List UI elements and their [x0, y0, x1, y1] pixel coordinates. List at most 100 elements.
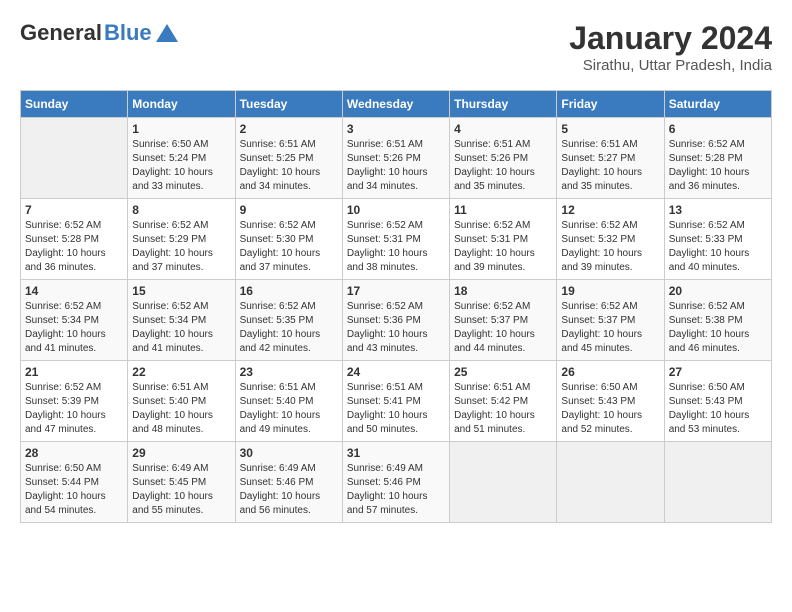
day-number: 18 — [454, 284, 552, 298]
table-row: 1Sunrise: 6:50 AM Sunset: 5:24 PM Daylig… — [128, 118, 235, 199]
header-friday: Friday — [557, 91, 664, 118]
table-row: 11Sunrise: 6:52 AM Sunset: 5:31 PM Dayli… — [450, 199, 557, 280]
day-info: Sunrise: 6:49 AM Sunset: 5:45 PM Dayligh… — [132, 462, 230, 518]
day-info: Sunrise: 6:50 AM Sunset: 5:43 PM Dayligh… — [561, 381, 659, 437]
table-row: 2Sunrise: 6:51 AM Sunset: 5:25 PM Daylig… — [235, 118, 342, 199]
day-number: 28 — [25, 446, 123, 460]
table-row: 17Sunrise: 6:52 AM Sunset: 5:36 PM Dayli… — [342, 280, 449, 361]
day-number: 8 — [132, 203, 230, 217]
header-wednesday: Wednesday — [342, 91, 449, 118]
table-row: 31 Sunrise: 6:49 AM Sunset: 5:46 PM Dayli… — [342, 442, 449, 523]
day-info: Sunrise: 6:52 AM Sunset: 5:30 PM Dayligh… — [240, 219, 338, 275]
day-number: 24 — [347, 365, 445, 379]
logo: General Blue — [20, 20, 178, 46]
table-row: 26 Sunrise: 6:50 AM Sunset: 5:43 PM Dayli… — [557, 361, 664, 442]
calendar-header-row: Sunday Monday Tuesday Wednesday Thursday… — [21, 91, 772, 118]
day-number: 6 — [669, 122, 767, 136]
day-number: 3 — [347, 122, 445, 136]
day-info: Sunrise: 6:52 AM Sunset: 5:31 PM Dayligh… — [347, 219, 445, 275]
day-number: 20 — [669, 284, 767, 298]
day-number: 23 — [240, 365, 338, 379]
day-info: Sunrise: 6:51 AM Sunset: 5:40 PM Dayligh… — [132, 381, 230, 437]
header-monday: Monday — [128, 91, 235, 118]
day-info: Sunrise: 6:51 AM Sunset: 5:42 PM Dayligh… — [454, 381, 552, 437]
day-info: Sunrise: 6:52 AM Sunset: 5:29 PM Dayligh… — [132, 219, 230, 275]
table-row: 21 Sunrise: 6:52 AM Sunset: 5:39 PM Dayli… — [21, 361, 128, 442]
day-info: Sunrise: 6:49 AM Sunset: 5:46 PM Dayligh… — [240, 462, 338, 518]
day-number: 7 — [25, 203, 123, 217]
day-info: Sunrise: 6:51 AM Sunset: 5:25 PM Dayligh… — [240, 138, 338, 194]
table-row: 19Sunrise: 6:52 AM Sunset: 5:37 PM Dayli… — [557, 280, 664, 361]
day-number: 12 — [561, 203, 659, 217]
day-number: 10 — [347, 203, 445, 217]
day-number: 4 — [454, 122, 552, 136]
day-number: 25 — [454, 365, 552, 379]
table-row: 15Sunrise: 6:52 AM Sunset: 5:34 PM Dayli… — [128, 280, 235, 361]
header-sunday: Sunday — [21, 91, 128, 118]
day-number: 29 — [132, 446, 230, 460]
day-number: 22 — [132, 365, 230, 379]
day-number: 5 — [561, 122, 659, 136]
day-info: Sunrise: 6:52 AM Sunset: 5:32 PM Dayligh… — [561, 219, 659, 275]
day-info: Sunrise: 6:52 AM Sunset: 5:31 PM Dayligh… — [454, 219, 552, 275]
day-info: Sunrise: 6:51 AM Sunset: 5:41 PM Dayligh… — [347, 381, 445, 437]
day-info: Sunrise: 6:52 AM Sunset: 5:36 PM Dayligh… — [347, 300, 445, 356]
month-year-title: January 2024 — [569, 20, 772, 57]
day-number: 31 — [347, 446, 445, 460]
table-row: 10 Sunrise: 6:52 AM Sunset: 5:31 PM Dayli… — [342, 199, 449, 280]
calendar-week-row: 1Sunrise: 6:50 AM Sunset: 5:24 PM Daylig… — [21, 118, 772, 199]
day-info: Sunrise: 6:51 AM Sunset: 5:27 PM Dayligh… — [561, 138, 659, 194]
header-saturday: Saturday — [664, 91, 771, 118]
table-row — [664, 442, 771, 523]
day-info: Sunrise: 6:51 AM Sunset: 5:40 PM Dayligh… — [240, 381, 338, 437]
day-info: Sunrise: 6:50 AM Sunset: 5:44 PM Dayligh… — [25, 462, 123, 518]
table-row — [21, 118, 128, 199]
table-row: 6 Sunrise: 6:52 AM Sunset: 5:28 PM Daylig… — [664, 118, 771, 199]
header-thursday: Thursday — [450, 91, 557, 118]
table-row: 9 Sunrise: 6:52 AM Sunset: 5:30 PM Daylig… — [235, 199, 342, 280]
day-number: 30 — [240, 446, 338, 460]
day-info: Sunrise: 6:52 AM Sunset: 5:35 PM Dayligh… — [240, 300, 338, 356]
day-info: Sunrise: 6:52 AM Sunset: 5:39 PM Dayligh… — [25, 381, 123, 437]
table-row: 4Sunrise: 6:51 AM Sunset: 5:26 PM Daylig… — [450, 118, 557, 199]
day-number: 14 — [25, 284, 123, 298]
table-row: 30 Sunrise: 6:49 AM Sunset: 5:46 PM Dayli… — [235, 442, 342, 523]
table-row: 5 Sunrise: 6:51 AM Sunset: 5:27 PM Daylig… — [557, 118, 664, 199]
day-info: Sunrise: 6:49 AM Sunset: 5:46 PM Dayligh… — [347, 462, 445, 518]
day-number: 16 — [240, 284, 338, 298]
day-info: Sunrise: 6:52 AM Sunset: 5:37 PM Dayligh… — [454, 300, 552, 356]
day-number: 27 — [669, 365, 767, 379]
day-info: Sunrise: 6:50 AM Sunset: 5:43 PM Dayligh… — [669, 381, 767, 437]
day-number: 26 — [561, 365, 659, 379]
table-row: 28 Sunrise: 6:50 AM Sunset: 5:44 PM Dayli… — [21, 442, 128, 523]
table-row: 25 Sunrise: 6:51 AM Sunset: 5:42 PM Dayli… — [450, 361, 557, 442]
table-row: 16 Sunrise: 6:52 AM Sunset: 5:35 PM Dayli… — [235, 280, 342, 361]
day-info: Sunrise: 6:52 AM Sunset: 5:28 PM Dayligh… — [669, 138, 767, 194]
day-number: 13 — [669, 203, 767, 217]
table-row: 24 Sunrise: 6:51 AM Sunset: 5:41 PM Dayli… — [342, 361, 449, 442]
table-row: 14 Sunrise: 6:52 AM Sunset: 5:34 PM Dayli… — [21, 280, 128, 361]
table-row: 20Sunrise: 6:52 AM Sunset: 5:38 PM Dayli… — [664, 280, 771, 361]
calendar-week-row: 7 Sunrise: 6:52 AM Sunset: 5:28 PM Daylig… — [21, 199, 772, 280]
day-number: 1 — [132, 122, 230, 136]
page-header: General Blue January 2024 Sirathu, Uttar… — [20, 20, 772, 74]
table-row: 13 Sunrise: 6:52 AM Sunset: 5:33 PM Dayli… — [664, 199, 771, 280]
day-info: Sunrise: 6:52 AM Sunset: 5:33 PM Dayligh… — [669, 219, 767, 275]
table-row: 3Sunrise: 6:51 AM Sunset: 5:26 PM Daylig… — [342, 118, 449, 199]
table-row: 27 Sunrise: 6:50 AM Sunset: 5:43 PM Dayli… — [664, 361, 771, 442]
day-number: 21 — [25, 365, 123, 379]
logo-general: General — [20, 20, 102, 46]
calendar-table: Sunday Monday Tuesday Wednesday Thursday… — [20, 90, 772, 523]
logo-blue: Blue — [104, 20, 152, 46]
day-info: Sunrise: 6:52 AM Sunset: 5:28 PM Dayligh… — [25, 219, 123, 275]
table-row: 18 Sunrise: 6:52 AM Sunset: 5:37 PM Dayli… — [450, 280, 557, 361]
day-info: Sunrise: 6:52 AM Sunset: 5:34 PM Dayligh… — [25, 300, 123, 356]
table-row — [557, 442, 664, 523]
calendar-week-row: 21 Sunrise: 6:52 AM Sunset: 5:39 PM Dayli… — [21, 361, 772, 442]
day-number: 9 — [240, 203, 338, 217]
table-row: 7 Sunrise: 6:52 AM Sunset: 5:28 PM Daylig… — [21, 199, 128, 280]
table-row: 29 Sunrise: 6:49 AM Sunset: 5:45 PM Dayli… — [128, 442, 235, 523]
title-block: January 2024 Sirathu, Uttar Pradesh, Ind… — [569, 20, 772, 74]
calendar-week-row: 28 Sunrise: 6:50 AM Sunset: 5:44 PM Dayli… — [21, 442, 772, 523]
table-row — [450, 442, 557, 523]
